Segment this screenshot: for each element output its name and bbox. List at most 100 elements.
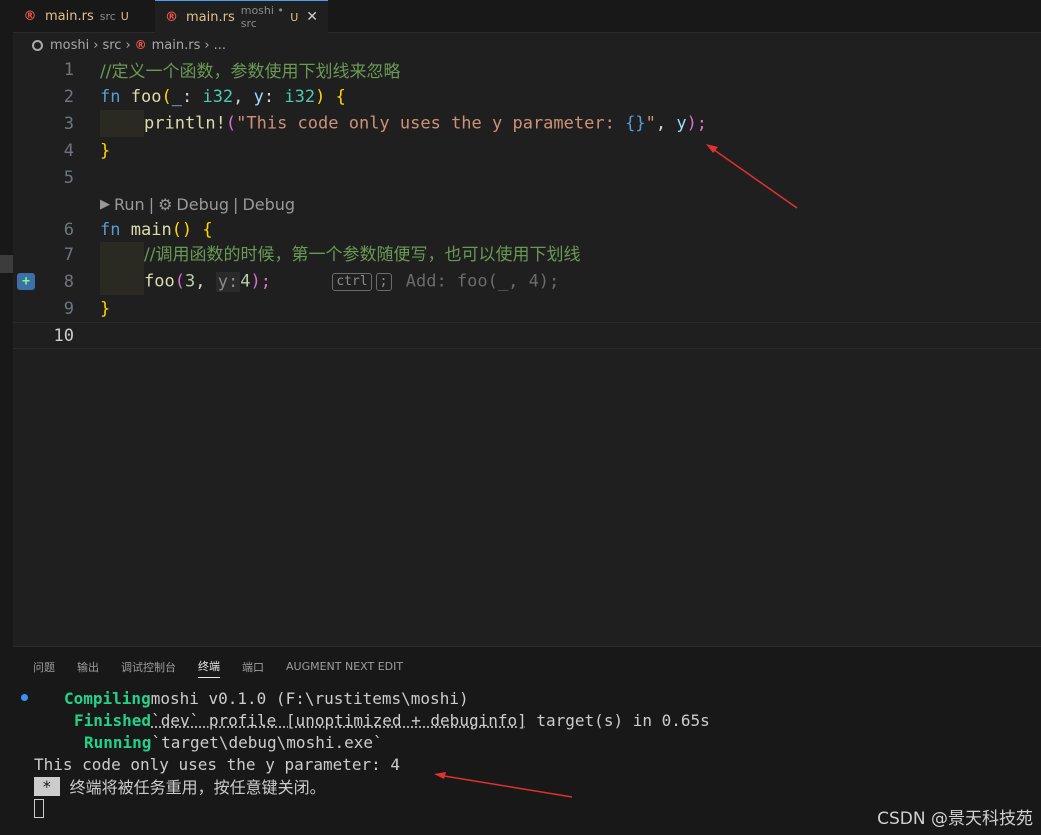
brace: { [335, 86, 346, 107]
task-star: * [34, 776, 60, 796]
untracked-badge: U [120, 10, 129, 23]
keyword: fn [100, 219, 121, 240]
code-line[interactable]: 5 [13, 164, 1041, 191]
code-line-current[interactable]: 10 [13, 322, 1041, 349]
tab-terminal[interactable]: 终端 [198, 658, 220, 678]
tab-ports[interactable]: 端口 [242, 659, 264, 678]
terminal-text: 终端将被任务重用，按任意键关闭。 [69, 778, 326, 797]
terminal-line: Finished `dev` profile [unoptimized + de… [74, 709, 710, 731]
tab-desc: src [99, 10, 116, 23]
type: i32 [202, 86, 234, 107]
code-comment: //调用函数的时候，第一个参数随便写，也可以使用下划线 [144, 245, 581, 266]
comma: , [233, 86, 244, 107]
panel-tabs: 问题 输出 调试控制台 终端 端口 AUGMENT NEXT EDIT [33, 655, 425, 681]
code-comment: //定义一个函数，参数使用下划线来忽略 [100, 62, 401, 82]
code-editor[interactable]: 1 //定义一个函数，参数使用下划线来忽略 2 fn foo(_: i32, y… [13, 56, 1041, 646]
codelens-sep: | [148, 195, 155, 214]
code-line[interactable]: 9 } [13, 295, 1041, 322]
indent-guide [100, 241, 144, 269]
chevron-right-icon: › [93, 37, 99, 53]
statement-end: ); [686, 113, 708, 134]
terminal-text: `dev` profile [unoptimized + debuginfo] [151, 710, 527, 730]
program-output: This code only uses the y parameter: 4 [34, 754, 401, 774]
breadcrumb: moshi › src › ® main.rs › ... [32, 34, 226, 56]
tab-augment-next-edit[interactable]: AUGMENT NEXT EDIT [286, 660, 403, 676]
tab-problems[interactable]: 问题 [33, 659, 55, 678]
tab-debug-console[interactable]: 调试控制台 [121, 659, 176, 678]
type: i32 [284, 86, 316, 107]
codelens: ▶ Run | ⚙ Debug | Debug [100, 191, 295, 218]
line-number: 8 [63, 271, 74, 292]
paren: ( [174, 271, 185, 292]
breadcrumb-root[interactable]: moshi [50, 38, 89, 53]
ghost-suggestion[interactable]: Add: foo(_, 4); [406, 272, 560, 292]
paren: ( [161, 86, 172, 107]
cargo-status: Running [84, 732, 152, 752]
line-number: 6 [63, 219, 74, 240]
tab-main-rs-src[interactable]: ® main.rs src U [13, 0, 155, 33]
terminal-line: * 终端将被任务重用，按任意键关闭。 [34, 775, 326, 797]
string: "This code only uses the y parameter: [236, 113, 626, 134]
codelens-debug[interactable]: Debug [176, 195, 229, 214]
breadcrumb-file[interactable]: main.rs [152, 38, 201, 53]
paren: () [171, 219, 193, 240]
terminal-cursor [34, 799, 44, 818]
code-line[interactable]: 3 println!("This code only uses the y pa… [13, 110, 1041, 137]
cargo-status: Finished [74, 710, 152, 730]
codelens-sep: | [233, 195, 239, 214]
target-icon [32, 39, 43, 51]
code-line[interactable]: 4 } [13, 137, 1041, 164]
chevron-right-icon: › [204, 37, 210, 53]
tab-name: main.rs [45, 9, 94, 24]
indent-guide [100, 110, 144, 137]
rust-file-icon: ® [23, 9, 37, 24]
line-number: 7 [63, 244, 74, 265]
breadcrumb-more[interactable]: ... [214, 38, 226, 53]
terminal-line: Compiling moshi v0.1.0 (F:\rustitems\mos… [64, 687, 469, 709]
code-line[interactable]: + 8 foo(3, y: 4); ctrl; Add: foo(_, 4); [13, 268, 1041, 295]
colon: : [181, 86, 193, 107]
code-line[interactable]: 2 fn foo(_: i32, y: i32) { [13, 83, 1041, 110]
param: _ [171, 86, 182, 107]
codelens-run[interactable]: Run [114, 195, 145, 214]
tab-desc: moshi • src [240, 4, 284, 30]
string: " [645, 113, 656, 134]
indent-guide [100, 268, 144, 295]
keyword: fn [100, 86, 121, 107]
terminal-text: `target\debug\moshi.exe` [151, 732, 383, 752]
line-number: 3 [63, 113, 74, 134]
tab-main-rs-moshi[interactable]: ® main.rs moshi • src U ✕ [155, 0, 328, 33]
line-number: 1 [63, 59, 74, 80]
code-line[interactable]: 7 //调用函数的时候，第一个参数随便写，也可以使用下划线 [13, 241, 1041, 269]
colon: : [263, 86, 275, 107]
inlay-hint: y: [215, 271, 241, 292]
rust-file-icon: ® [165, 9, 178, 25]
number: 4 [240, 271, 251, 292]
param: y [253, 86, 264, 107]
code-line[interactable]: 6 fn main() { [13, 216, 1041, 243]
macro: println! [144, 113, 226, 134]
function-call: foo [144, 271, 175, 292]
activity-strip [0, 0, 13, 835]
chevron-right-icon: › [125, 37, 131, 53]
codelens-debug[interactable]: Debug [242, 195, 295, 214]
breadcrumb-folder[interactable]: src [102, 38, 121, 53]
brace: { [202, 219, 213, 240]
activity-indicator [0, 255, 13, 273]
untracked-badge: U [290, 10, 299, 24]
tab-output[interactable]: 输出 [77, 659, 99, 678]
terminal-text: moshi v0.1.0 (F:\rustitems\moshi) [150, 688, 469, 708]
line-number: 5 [63, 167, 74, 188]
function-name: foo [130, 86, 162, 107]
code-line[interactable]: 1 //定义一个函数，参数使用下划线来忽略 [13, 56, 1041, 83]
comma: , [655, 113, 667, 134]
close-icon[interactable]: ✕ [306, 9, 318, 25]
kbd-semicolon: ; [375, 272, 392, 291]
watermark: CSDN @景天科技苑 [877, 809, 1033, 829]
cargo-status: Compiling [64, 688, 151, 708]
brace: } [100, 298, 111, 319]
comma: , [195, 271, 206, 292]
line-number: 4 [63, 140, 74, 161]
function-name: main [130, 219, 172, 240]
statement-end: ); [250, 271, 271, 292]
